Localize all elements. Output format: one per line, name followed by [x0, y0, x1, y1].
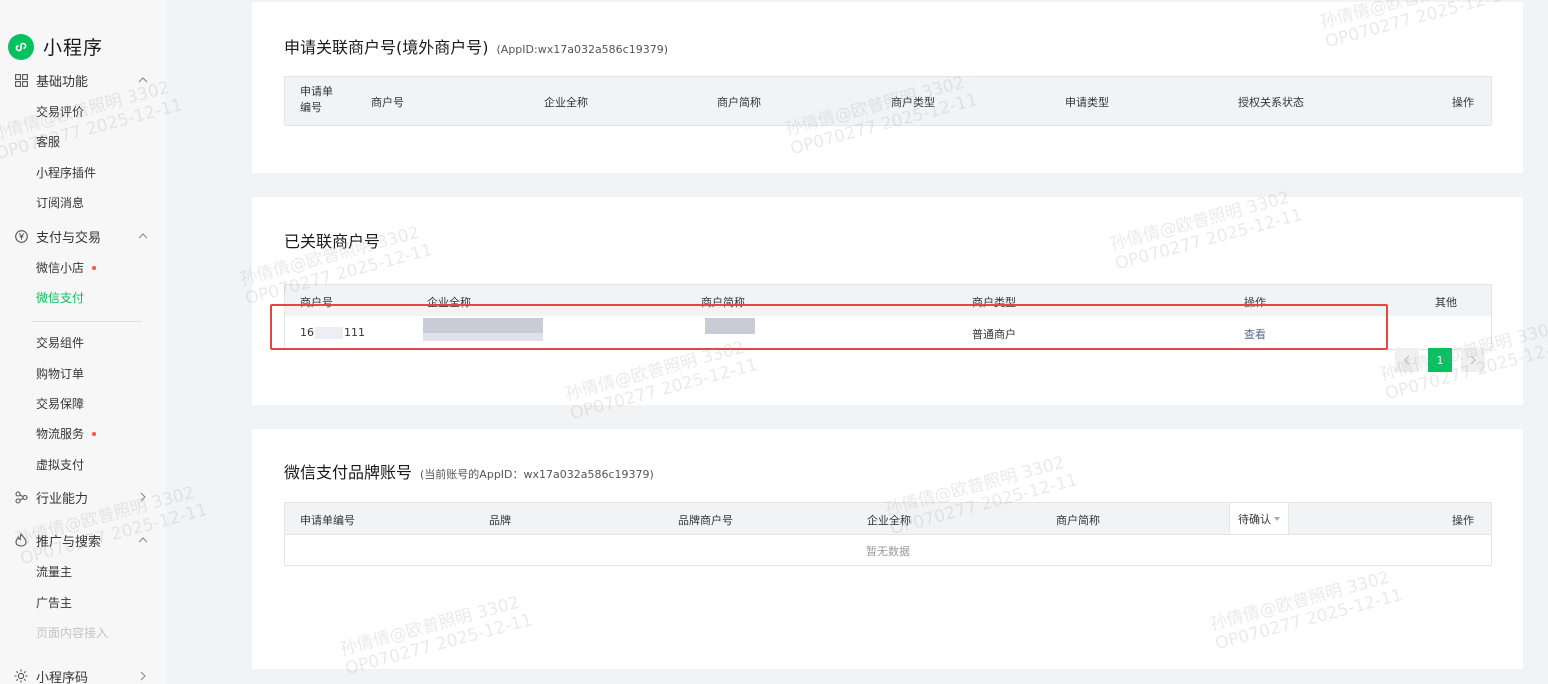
- col-header: 申请单编号: [300, 85, 333, 114]
- status-filter-label: 待确认: [1238, 512, 1271, 526]
- card-title-text: 微信支付品牌账号: [284, 463, 413, 482]
- sidebar-item-trade-guarantee[interactable]: 交易保障: [36, 396, 84, 412]
- col-header: 申请单编号: [300, 514, 355, 527]
- table-header: 申请单编号 品牌 品牌商户号 企业全称 商户简称 待确认 操作: [285, 503, 1491, 534]
- sidebar-item-wechat-pay[interactable]: 微信支付: [36, 290, 84, 306]
- col-header: 申请类型: [1065, 96, 1109, 109]
- sidebar-section-label: 基础功能: [36, 74, 89, 90]
- sidebar-item-label: 物流服务: [36, 427, 85, 441]
- col-header: 授权关系状态: [1238, 96, 1304, 109]
- sidebar-item-page-content[interactable]: 页面内容接入: [36, 625, 108, 641]
- sidebar-item-logistics[interactable]: 物流服务: [36, 426, 97, 442]
- col-header: 商户类型: [891, 96, 935, 109]
- app-logo[interactable]: 小程序: [8, 33, 103, 60]
- chevron-right-icon: [138, 492, 148, 502]
- apply-merchant-card: 申请关联商户号(境外商户号) (AppID:wx17a032a586c19379)…: [252, 2, 1523, 173]
- sidebar-item-virtual-pay[interactable]: 虚拟支付: [36, 457, 84, 473]
- brand-table: 申请单编号 品牌 品牌商户号 企业全称 商户简称 待确认 操作 暂无数据: [284, 502, 1492, 566]
- appid-note: (AppID:wx17a032a586c19379): [496, 43, 669, 56]
- page-prev-button[interactable]: [1395, 348, 1419, 372]
- sidebar-item-label: 微信小店: [36, 261, 85, 275]
- brand-card-title: 微信支付品牌账号 (当前账号的AppID：wx17a032a586c19379): [284, 459, 654, 483]
- empty-state: 暂无数据: [285, 534, 1491, 566]
- sidebar-section-label: 推广与搜索: [36, 534, 102, 550]
- notification-dot: [92, 432, 97, 436]
- table-header: 申请单编号 商户号 企业全称 商户简称 商户类型 申请类型 授权关系状态 操作: [285, 77, 1491, 125]
- page-next-button[interactable]: [1461, 348, 1485, 372]
- page-current-button[interactable]: 1: [1428, 348, 1452, 372]
- col-header: 企业全称: [867, 514, 911, 527]
- col-header: 商户简称: [1056, 514, 1100, 527]
- flame-icon: [14, 533, 28, 547]
- chevron-up-icon: [138, 535, 148, 545]
- card-title-text: 申请关联商户号(境外商户号): [284, 38, 489, 57]
- sidebar-item-wechat-store[interactable]: 微信小店: [36, 260, 97, 276]
- sidebar: 小程序 基础功能 交易评价 客服 小程序插件 订阅消息 支付与交易 微信小店 微…: [0, 0, 166, 684]
- linked-merchant-card: 已关联商户号 商户号 企业全称 商户简称 商户类型 操作 其他 16 111 普通…: [252, 197, 1523, 405]
- sidebar-item-customer-service[interactable]: 客服: [36, 134, 60, 150]
- sidebar-section-label: 行业能力: [36, 491, 89, 507]
- sidebar-item-trade-review[interactable]: 交易评价: [36, 104, 84, 120]
- sidebar-section-qrcode[interactable]: 小程序码: [14, 667, 148, 684]
- status-filter-dropdown[interactable]: 待确认: [1229, 503, 1289, 534]
- sidebar-divider: [32, 321, 142, 322]
- sidebar-item-plugins[interactable]: 小程序插件: [36, 165, 96, 181]
- sidebar-section-basic[interactable]: 基础功能: [14, 71, 148, 90]
- sidebar-item-subscribe-msg[interactable]: 订阅消息: [36, 195, 84, 211]
- col-header: 其他: [1435, 296, 1457, 309]
- sidebar-section-label: 支付与交易: [36, 230, 102, 246]
- sun-gear-icon: [14, 669, 28, 683]
- linked-card-title: 已关联商户号: [284, 232, 381, 251]
- col-header: 品牌商户号: [678, 514, 733, 527]
- highlight-annotation-box: [270, 304, 1388, 350]
- sidebar-item-orders[interactable]: 购物订单: [36, 366, 84, 382]
- sidebar-section-industry[interactable]: 行业能力: [14, 488, 148, 507]
- apply-table: 申请单编号 商户号 企业全称 商户简称 商户类型 申请类型 授权关系状态 操作: [284, 76, 1492, 126]
- share-nodes-icon: [14, 490, 28, 504]
- col-header: 企业全称: [544, 96, 588, 109]
- sidebar-section-label: 小程序码: [36, 670, 89, 684]
- caret-down-icon: [1274, 516, 1280, 521]
- apply-card-title: 申请关联商户号(境外商户号) (AppID:wx17a032a586c19379): [284, 34, 668, 58]
- chevron-up-icon: [138, 231, 148, 241]
- chevron-left-icon: [1404, 355, 1410, 365]
- app-name: 小程序: [43, 37, 104, 59]
- sidebar-section-promotion[interactable]: 推广与搜索: [14, 531, 148, 550]
- sidebar-item-traffic-master[interactable]: 流量主: [36, 564, 72, 580]
- grid-icon: [14, 73, 28, 87]
- col-header: 商户简称: [717, 96, 761, 109]
- mini-program-logo-icon: [8, 33, 34, 60]
- sidebar-section-payment[interactable]: 支付与交易: [14, 227, 148, 246]
- col-header: 操作: [1452, 514, 1474, 527]
- notification-dot: [92, 266, 97, 270]
- sidebar-item-trade-component[interactable]: 交易组件: [36, 335, 84, 351]
- brand-account-card: 微信支付品牌账号 (当前账号的AppID：wx17a032a586c19379) …: [252, 429, 1523, 669]
- appid-note: (当前账号的AppID：wx17a032a586c19379): [420, 468, 654, 481]
- yuan-circle-icon: [14, 229, 28, 243]
- chevron-right-icon: [1470, 355, 1476, 365]
- sidebar-item-advertiser[interactable]: 广告主: [36, 595, 72, 611]
- col-header: 操作: [1452, 96, 1474, 109]
- col-header: 品牌: [489, 514, 511, 527]
- chevron-right-icon: [138, 671, 148, 681]
- chevron-up-icon: [138, 75, 148, 85]
- col-header: 商户号: [371, 96, 404, 109]
